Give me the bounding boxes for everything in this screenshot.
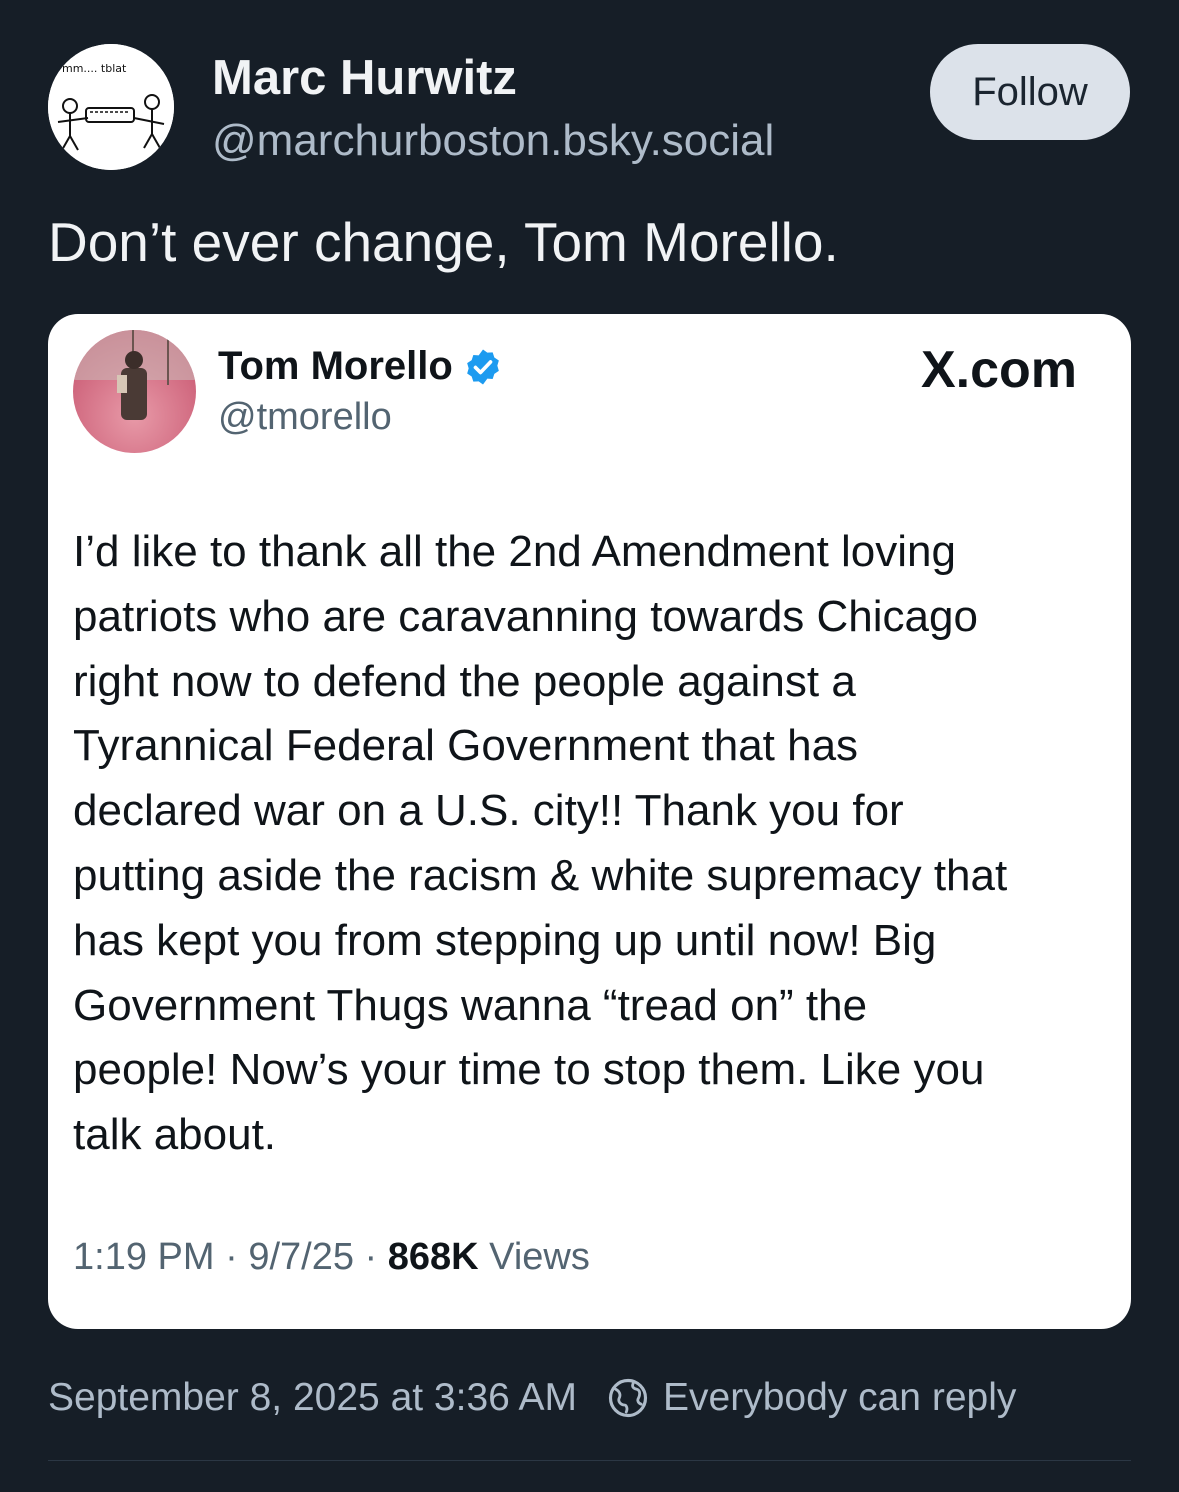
meta-separator: · bbox=[364, 1236, 378, 1278]
tweet-line: declared war on a U.S. city!! Thank you … bbox=[73, 786, 904, 836]
tweet-time: 1:19 PM bbox=[73, 1236, 215, 1278]
tweet-line: people! Now’s your time to stop them. Li… bbox=[73, 1045, 985, 1095]
photo-avatar-icon bbox=[73, 330, 196, 453]
tweet-date: 9/7/25 bbox=[248, 1236, 354, 1278]
post-timestamp[interactable]: September 8, 2025 at 3:36 AM bbox=[48, 1376, 577, 1420]
tweet-line: Tyrannical Federal Government that has bbox=[73, 721, 859, 771]
author-avatar[interactable]: mm.... tblat bbox=[48, 44, 174, 170]
tweet-line: right now to defend the people against a bbox=[73, 656, 856, 706]
post-text: Don’t ever change, Tom Morello. bbox=[48, 211, 839, 273]
views-count: 868K bbox=[387, 1236, 479, 1278]
embed-author-avatar bbox=[73, 330, 196, 453]
svg-text:mm.... tblat: mm.... tblat bbox=[62, 62, 127, 75]
author-display-name[interactable]: Marc Hurwitz bbox=[212, 50, 517, 106]
drawn-stick-figures-avatar: mm.... tblat bbox=[48, 44, 174, 170]
post: mm.... tblat Marc Hurwitz @marchurboston… bbox=[0, 0, 1179, 1492]
follow-button[interactable]: Follow bbox=[930, 44, 1130, 140]
globe-icon bbox=[608, 1378, 648, 1418]
source-label: X.com bbox=[920, 341, 1077, 399]
reply-setting[interactable]: Everybody can reply bbox=[663, 1376, 1016, 1420]
tweet-body: I’d like to thank all the 2nd Amendment … bbox=[73, 520, 1113, 1168]
meta-separator: · bbox=[225, 1236, 238, 1278]
tweet-line: talk about. bbox=[73, 1110, 277, 1160]
embed-author-name-text: Tom Morello bbox=[218, 344, 453, 388]
post-footer: September 8, 2025 at 3:36 AM Everybody c… bbox=[48, 1376, 1016, 1420]
views-label: Views bbox=[489, 1236, 590, 1278]
tweet-line: Government Thugs wanna “tread on” the bbox=[73, 980, 868, 1030]
embed-author-name: Tom Morello bbox=[218, 344, 503, 389]
divider bbox=[48, 1460, 1131, 1461]
author-handle[interactable]: @marchurboston.bsky.social bbox=[212, 116, 774, 166]
tweet-line: has kept you from stepping up until now!… bbox=[73, 915, 937, 965]
tweet-line: patriots who are caravanning towards Chi… bbox=[73, 591, 978, 641]
embed-author-handle: @tmorello bbox=[218, 396, 392, 438]
tweet-line: putting aside the racism & white suprema… bbox=[73, 850, 1008, 900]
embedded-image-card[interactable]: Tom Morello @tmorello X.com I’d like to … bbox=[48, 314, 1131, 1329]
verified-badge-icon bbox=[466, 349, 499, 384]
tweet-meta: 1:19 PM · 9/7/25 · 868K Views bbox=[73, 1236, 590, 1279]
tweet-line: I’d like to thank all the 2nd Amendment … bbox=[73, 527, 956, 576]
